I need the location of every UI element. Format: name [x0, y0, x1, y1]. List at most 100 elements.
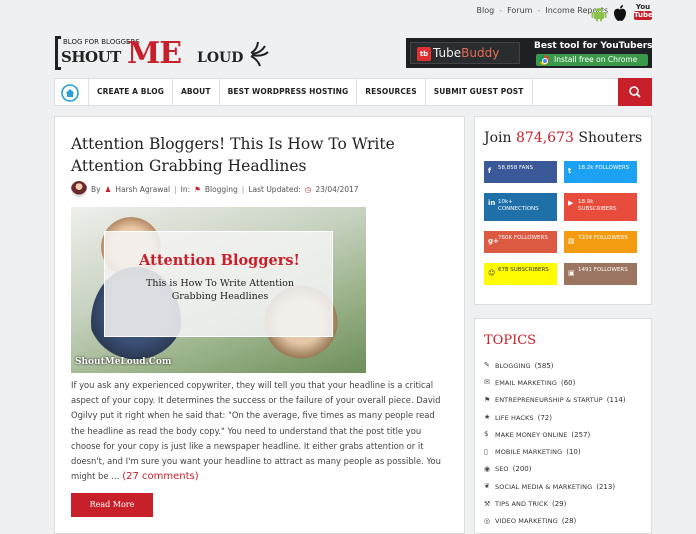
topic-label: ENTREPRENEURSHIP & STARTUP	[495, 396, 603, 405]
clock-icon: ◷	[304, 184, 312, 194]
social-button-linkedin[interactable]: in 10k+ CONNECTIONS	[484, 193, 557, 221]
topic-item[interactable]: ✎ BLOGGING (585)	[484, 357, 649, 374]
post-card: Attention Bloggers! This Is How To Write…	[54, 116, 465, 534]
topic-icon: ⚑	[484, 395, 491, 404]
topic-icon: ⚒	[484, 499, 491, 508]
meta-by: By	[91, 184, 101, 194]
featured-image[interactable]: Attention Bloggers! This is How To Write…	[71, 207, 366, 373]
social-label: FOLLOWERS	[513, 235, 548, 241]
youtube-icon[interactable]: You Tube	[634, 3, 653, 23]
topic-icon: ✎	[484, 361, 490, 370]
topic-icon: ◉	[484, 464, 491, 473]
nav-item-create-a-blog[interactable]: CREATE A BLOG	[88, 79, 172, 105]
topic-item[interactable]: ✉ EMAIL MARKETING (60)	[484, 374, 649, 391]
rss-icon: ▧	[568, 237, 575, 245]
topic-icon: ▯	[484, 447, 488, 456]
topics-list: ✎ BLOGGING (585) ✉ EMAIL MARKETING (60) ⚑ ENTRE…	[484, 357, 649, 530]
topics-widget: TOPICS ✎ BLOGGING (585) ✉ EMAIL MARKETING (60…	[474, 318, 652, 534]
topic-icon: ❦	[484, 482, 490, 491]
install-chrome-label: Install free on Chrome	[554, 55, 638, 64]
topic-count: (114)	[606, 396, 626, 405]
top-link-forum[interactable]: Forum	[507, 6, 532, 15]
install-chrome-button[interactable]: Install free on Chrome	[536, 54, 648, 66]
post-meta: By ♟ Harsh Agrawal | In: ⚑ Blogging | La…	[71, 181, 359, 197]
topic-item[interactable]: ⚒ TIPS AND TRICK (29)	[484, 495, 649, 512]
topic-count: (60)	[561, 378, 576, 387]
image-subheading: This is How To Write Attention Grabbing …	[146, 278, 294, 302]
ad-tagline: Best tool for YouTubers	[534, 41, 653, 51]
topic-item[interactable]: ⚑ ENTREPRENEURSHIP & STARTUP (114)	[484, 392, 649, 409]
social-label: FOLLOWERS	[593, 235, 628, 241]
social-button-google-plus[interactable]: g+ 760K FOLLOWERS	[484, 231, 557, 253]
youtube-tube-text: Tube	[634, 11, 653, 20]
separator: -	[499, 6, 503, 15]
social-widget-title: Join 874,673 Shouters	[484, 130, 642, 146]
read-more-button[interactable]: Read More	[71, 493, 153, 517]
nav-items: CREATE A BLOG ABOUT BEST WORDPRESS HOSTI…	[88, 79, 533, 105]
facebook-icon: f	[488, 167, 492, 175]
nav-item-submit-guest-post[interactable]: SUBMIT GUEST POST	[424, 79, 533, 105]
social-button-snapchat[interactable]: ☺ 678 SUBSCRIBERS	[484, 263, 557, 285]
social-count: 678	[498, 267, 511, 273]
twitter-icon: t	[568, 167, 572, 175]
topic-item[interactable]: ◉ SEO (200)	[484, 461, 649, 478]
topic-item[interactable]: ❦ SOCIAL MEDIA & MARKETING (213)	[484, 478, 649, 495]
home-icon[interactable]	[61, 84, 79, 102]
ad-name-b: Buddy	[461, 46, 500, 60]
chrome-icon	[539, 55, 549, 65]
social-button-rss[interactable]: ▧ 7224 FOLLOWERS	[564, 231, 637, 253]
apple-icon[interactable]	[612, 4, 628, 22]
ad-name-a: Tube	[433, 46, 462, 60]
social-button-twitter[interactable]: t 18.2k FOLLOWERS	[564, 161, 637, 183]
social-count: 10k+	[498, 199, 513, 205]
social-widget: Join 874,673 Shouters f 58,858 FANS t 18.2k…	[474, 116, 652, 305]
topic-item[interactable]: ◎ VIDEO MARKETING (28)	[484, 513, 649, 530]
topic-label: MOBILE MARKETING	[495, 448, 563, 457]
post-title[interactable]: Attention Bloggers! This Is How To Write…	[71, 133, 456, 177]
social-button-youtube[interactable]: ▶ 18.9k SUBSCRIBERS	[564, 193, 637, 221]
social-title-pre: Join	[484, 130, 512, 146]
topic-item[interactable]: ▯ MOBILE MARKETING (10)	[484, 443, 649, 460]
top-links: Blog - Forum - Income Reports	[476, 6, 608, 15]
topic-label: VIDEO MARKETING	[495, 517, 558, 526]
topic-count: (10)	[566, 448, 581, 457]
topic-label: MAKE MONEY ONLINE	[495, 430, 568, 439]
top-bar: Blog - Forum - Income Reports You Tube	[0, 0, 696, 28]
tubebuddy-ad-banner[interactable]: tb TubeBuddy Best tool for YouTubers Ins…	[406, 38, 653, 68]
social-button-facebook[interactable]: f 58,858 FANS	[484, 161, 557, 183]
social-label: SUBSCRIBERS	[578, 205, 617, 212]
comments-link[interactable]: (27 comments)	[122, 471, 198, 482]
search-icon	[629, 86, 641, 98]
author-avatar[interactable]	[71, 181, 87, 197]
social-label: SUBSCRIBERS	[510, 267, 549, 273]
topic-icon: ★	[484, 413, 491, 422]
image-text-overlay: Attention Bloggers! This is How To Write…	[104, 231, 333, 337]
excerpt-text: If you ask any experienced copywriter, t…	[71, 380, 441, 482]
post-excerpt: If you ask any experienced copywriter, t…	[71, 378, 451, 484]
nav-item-best-wordpress-hosting[interactable]: BEST WORDPRESS HOSTING	[218, 79, 357, 105]
search-button[interactable]	[618, 78, 652, 106]
social-button-instagram[interactable]: ▣ 1491 FOLLOWERS	[564, 263, 637, 285]
tag-icon: ⚑	[194, 184, 201, 194]
social-label: FANS	[519, 165, 534, 171]
topic-item[interactable]: ★ LIFE HACKS (72)	[484, 409, 649, 426]
google-plus-icon: g+	[488, 237, 499, 245]
author-name[interactable]: Harsh Agrawal	[115, 185, 170, 194]
topic-count: (213)	[596, 482, 616, 491]
top-link-blog[interactable]: Blog	[476, 6, 494, 15]
topic-count: (29)	[551, 500, 567, 509]
snapchat-icon: ☺	[488, 269, 496, 277]
category-link[interactable]: Blogging	[205, 185, 238, 194]
author-icon: ♟	[104, 184, 112, 194]
topic-label: TIPS AND TRICK	[495, 500, 548, 509]
site-logo[interactable]: BLOG FOR BLOGGERS SHOUT ME LOUD	[55, 36, 275, 72]
post-date: 23/04/2017	[315, 184, 359, 194]
nav-item-about[interactable]: ABOUT	[171, 79, 219, 105]
image-heading: Attention Bloggers!	[139, 252, 300, 269]
topic-item[interactable]: $ MAKE MONEY ONLINE (257)	[484, 426, 649, 443]
android-icon[interactable]	[591, 4, 607, 22]
shouter-count: 874,673	[516, 130, 574, 146]
nav-item-resources[interactable]: RESOURCES	[356, 79, 424, 105]
social-count: 18.9k	[578, 199, 594, 205]
topic-label: SEO	[495, 465, 509, 474]
